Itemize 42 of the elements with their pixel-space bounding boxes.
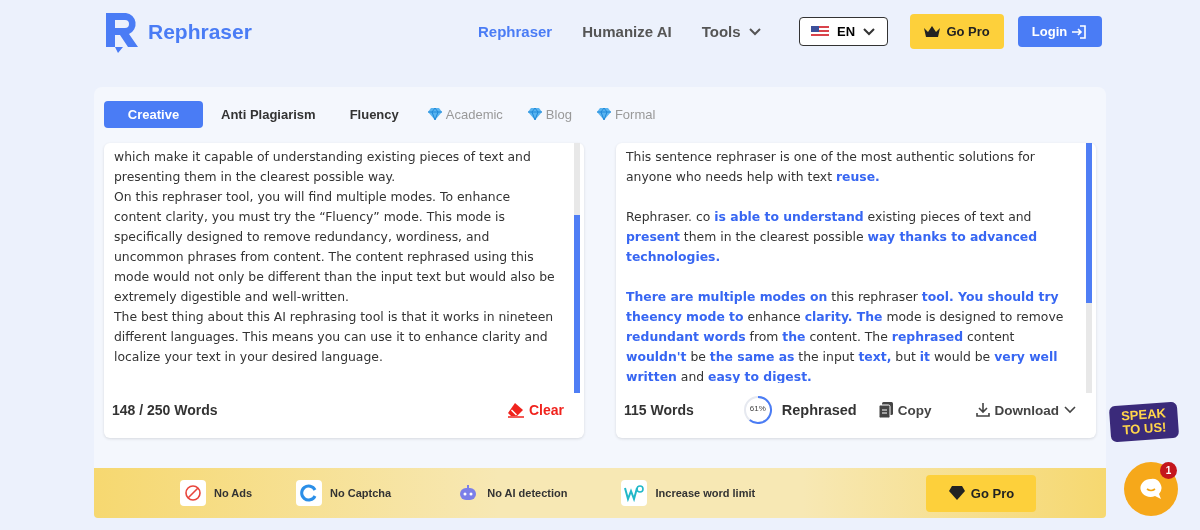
notification-badge: 1 [1160, 462, 1177, 479]
word-limit-icon [621, 480, 648, 506]
chat-button[interactable] [1124, 462, 1178, 516]
logo-icon [104, 10, 140, 53]
progress-ring: 61% [741, 394, 774, 427]
rephrased-label: Rephrased [781, 402, 857, 419]
feature-label: No Captcha [330, 487, 392, 499]
clear-button[interactable]: Clear [500, 401, 570, 420]
word-count: 148 / 250 Words [112, 402, 218, 419]
chevron-down-icon [863, 27, 876, 36]
feature-label: Increase word limit [655, 487, 756, 499]
diamond-icon [947, 485, 966, 501]
diamond-icon [426, 107, 443, 121]
login-icon [1071, 24, 1088, 39]
mode-tab[interactable]: Fluency [339, 100, 409, 128]
eraser-icon [506, 402, 525, 419]
go-pro-button[interactable]: Go Pro [926, 474, 1036, 512]
copy-button[interactable]: Copy [872, 401, 938, 420]
input-field[interactable]: which make it capable of understanding existing pieces of text and presenting them in the clearest possible way. On this rephraser tool, you will find multiple modes. To enhance content clarity, you must try the “Fluency” mode. This mode is specifically designed to remove redundancy, wordiness, and uncommon phrases from content. The content rephrased using this mode would not only be different than the input text but would also be extremely digestible and well-written. The best thing about this AI rephrasing tool is that it works in nineteen different languages. This means you can use it to enhance clarity and localize your text in your desired language. [104, 143, 584, 383]
flag-icon [811, 25, 830, 38]
brand-name: Rephraser [148, 19, 252, 44]
speak-badge[interactable]: SPEAK TO US! [1108, 401, 1180, 443]
login-button[interactable]: Login [1017, 16, 1102, 47]
word-count: 115 Words [624, 402, 694, 419]
chat-bubble-icon [1139, 478, 1163, 500]
nav-link[interactable]: Tools [701, 23, 761, 40]
feature-label: No Ads [214, 487, 253, 499]
copy-icon [878, 402, 893, 419]
crown-icon [923, 24, 942, 39]
language-select[interactable]: EN [798, 17, 888, 46]
chevron-down-icon [1064, 406, 1076, 415]
download-button[interactable]: Download [969, 401, 1082, 420]
captcha-icon [296, 480, 323, 506]
nav-link[interactable]: Humanize AI [582, 23, 672, 40]
mode-tab[interactable]: Creative [104, 100, 203, 128]
download-icon [975, 402, 990, 419]
diamond-icon [595, 107, 612, 121]
go-pro-button[interactable]: Go Pro [909, 14, 1004, 49]
mode-tab[interactable]: Anti Plagiarism [211, 100, 326, 128]
no-ads-icon [180, 480, 206, 506]
diamond-icon [526, 107, 543, 121]
feature-label: No AI detection [487, 487, 568, 499]
